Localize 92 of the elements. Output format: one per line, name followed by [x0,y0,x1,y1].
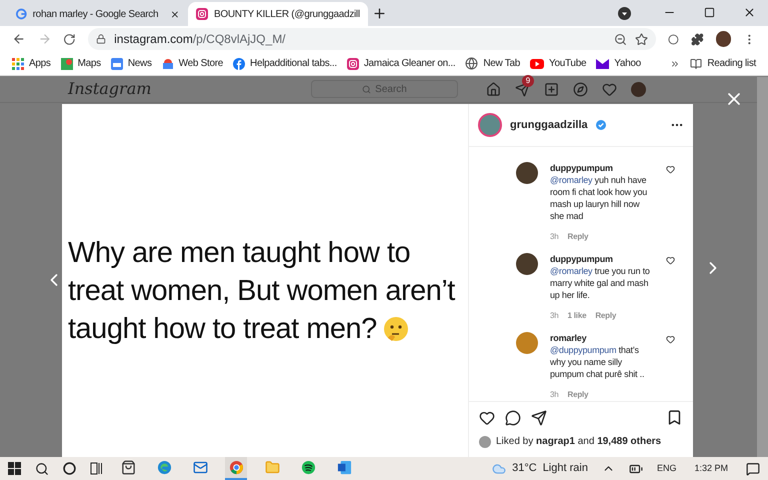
puzzle-icon[interactable] [690,32,704,46]
shopping-bag-icon [120,460,136,475]
bookmark-link[interactable]: Apps [12,56,51,71]
search-icon [362,84,372,94]
like-icon[interactable] [666,256,675,265]
mention-link[interactable]: @romarley [550,175,592,185]
circle-icon[interactable] [63,462,76,475]
zoom-out-icon[interactable] [614,32,628,46]
tab-title: rohan marley - Google Search [32,8,158,22]
bookmark-link[interactable]: Helpadditional tabs... [233,56,337,71]
close-icon[interactable] [743,6,756,19]
comment-time: 3h [550,389,558,401]
home-icon[interactable] [486,82,501,96]
dropdown-circle-icon[interactable] [618,7,631,20]
swirl-icon [156,460,172,475]
mail-icon [192,460,208,475]
comment-text: @duppypumpum that’s why you name silly pumpum chat purê shit .. [550,344,646,380]
thinking-face-icon [382,316,409,342]
back-icon[interactable] [12,32,26,46]
bookmark-link[interactable]: Jamaica Gleaner on... [346,56,456,71]
comment-time: 3h [550,310,558,322]
new-tab-icon[interactable] [372,6,387,21]
clock[interactable]: 1:32 PM [694,462,728,476]
post-text: Why are men taught how to [68,236,410,270]
add-icon[interactable] [544,82,559,96]
like-icon[interactable] [666,335,675,344]
notifications-icon[interactable] [746,462,760,476]
commenter-name[interactable]: romarley [550,332,654,344]
cloud-icon [492,462,506,476]
globe-icon [465,57,478,70]
comment-icon[interactable] [505,410,521,426]
reload-icon[interactable] [63,32,76,46]
comment-text: @romarley yuh nuh have room fi chat look how you mash up lauryn hill now she mad [550,174,648,222]
folder-icon [264,460,280,475]
reading-list-link[interactable]: Reading list [690,56,756,71]
instagram-logo[interactable]: Instagram [68,77,311,101]
mention-link[interactable]: @romarley [550,266,592,276]
close-icon[interactable] [170,8,180,20]
url-text: instagram.com/p/CQ8vlAjJQ_M/ [114,31,286,48]
commenter-avatar[interactable] [516,162,538,184]
document-icon [336,460,352,475]
lock-icon [96,34,106,44]
map-pin-icon [60,58,73,70]
camera-icon [346,58,359,70]
chevrons-icon[interactable] [670,58,680,68]
browser-icon [228,460,244,475]
bookmark-link[interactable]: New Tab [465,56,520,71]
post-text: treat women, But women aren’t [68,274,455,308]
bookmark-link[interactable]: YouTube [530,56,586,71]
circle-icon[interactable] [668,34,679,44]
profile-avatar[interactable] [716,31,732,47]
author-avatar[interactable] [478,113,502,137]
heart-icon[interactable] [479,410,495,426]
envelope-icon [596,58,610,68]
play-icon [530,58,544,68]
commenter-name[interactable]: duppypumpum [550,162,654,174]
store-icon [162,58,174,70]
tab-title: BOUNTY KILLER (@grunggaadzill [214,8,360,22]
bookmark-icon[interactable] [666,409,683,426]
bookmark-link[interactable]: Maps [60,56,101,71]
post-text: taught how to treat men? [68,312,377,346]
search-icon[interactable] [35,462,49,476]
likes-text: Liked by nagrap1 and 19,489 others [496,435,662,449]
bookmark-link[interactable]: Web Store [162,56,224,71]
temperature[interactable]: 31°C [512,460,537,477]
apps-grid-icon [12,58,24,70]
commenter-avatar[interactable] [516,253,538,275]
author-name[interactable]: grunggaadzilla [510,116,588,134]
task-view-icon[interactable] [90,462,103,475]
comment-time: 3h [550,231,558,243]
book-icon [690,58,702,70]
send-icon[interactable] [531,410,547,426]
facebook-icon [233,58,246,70]
comment-text: @romarley true you run to marry white gal and mash up her life. [550,265,651,301]
liker-avatar[interactable] [479,436,491,448]
bookmark-link[interactable]: News [110,56,152,71]
address-bar[interactable]: instagram.com/p/CQ8vlAjJQ_M/ [88,28,656,50]
weather-text[interactable]: Light rain [542,460,588,477]
maximize-icon[interactable] [704,7,715,18]
language-indicator[interactable]: ENG [656,462,676,476]
camera-icon [196,8,208,20]
news-icon [110,58,123,70]
sound-waves-icon [300,460,316,475]
bookmark-link[interactable]: Yahoo [596,56,641,71]
like-icon[interactable] [666,165,675,174]
commenter-name[interactable]: duppypumpum [550,253,654,265]
star-icon[interactable] [635,32,648,46]
browser-tab[interactable]: rohan marley - Google Search [8,2,188,26]
compass-icon[interactable] [573,82,588,96]
browser-tab[interactable]: BOUNTY KILLER (@grunggaadzill [188,2,368,26]
windows-icon[interactable] [8,462,21,475]
mention-link[interactable]: @duppypumpum [550,345,616,355]
